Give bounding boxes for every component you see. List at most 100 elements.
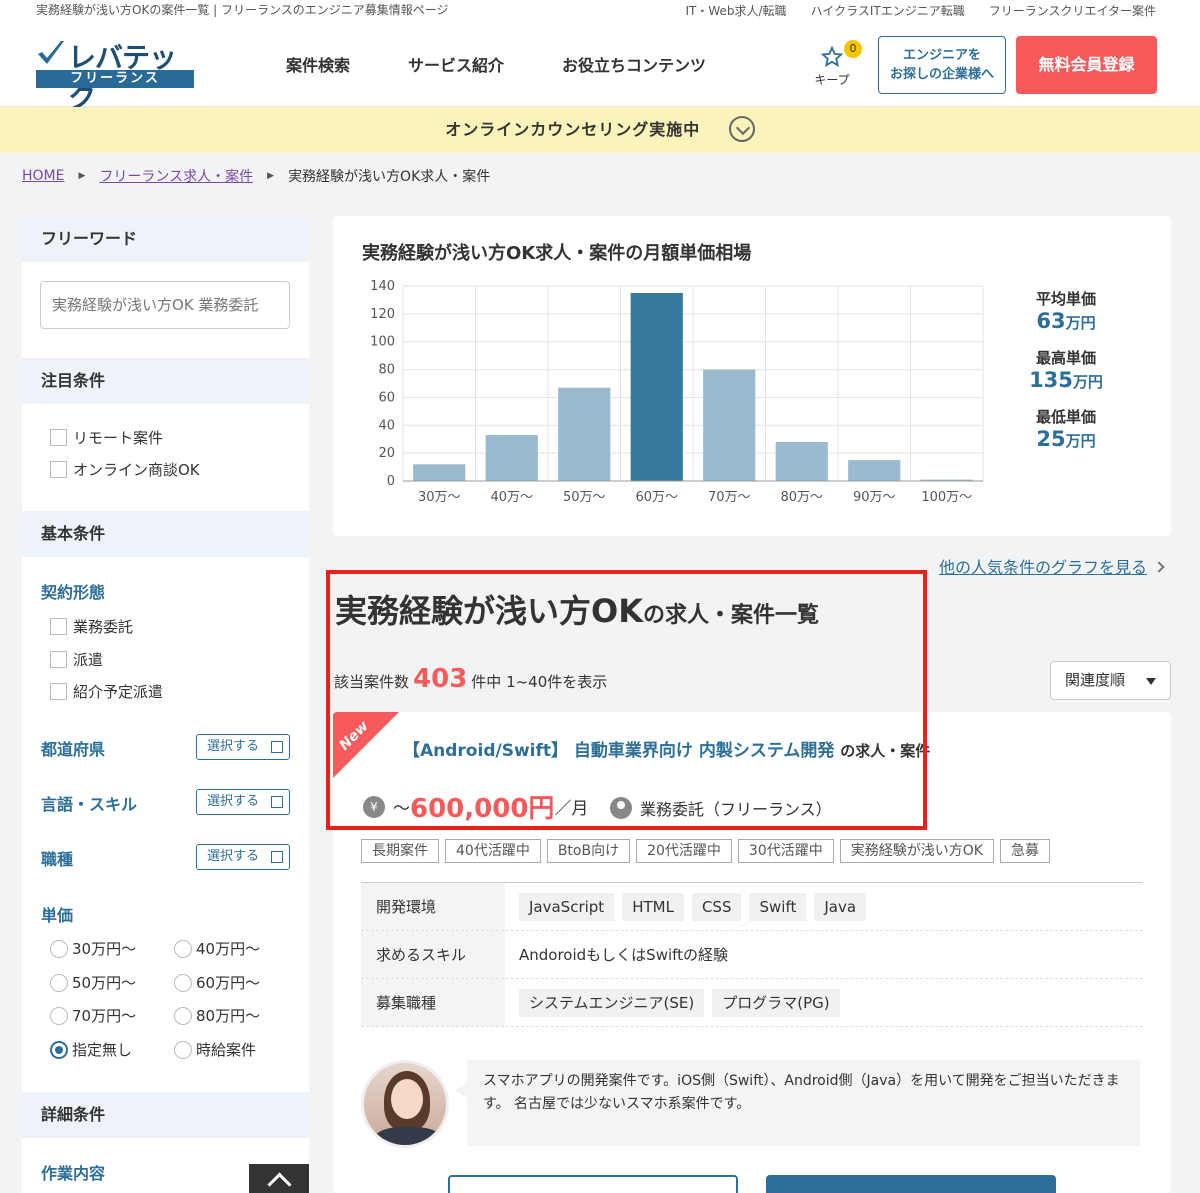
keep-job-button[interactable] — [448, 1175, 738, 1193]
listing-title-main: 実務経験が浅い方OK — [335, 592, 644, 630]
radio-price-50-label: 50万円〜 — [72, 974, 137, 992]
avg-price-value: 63万円 — [1036, 309, 1096, 333]
coordinator-avatar — [361, 1060, 449, 1148]
checkbox-box — [50, 618, 67, 635]
breadcrumb: HOME ▶ フリーランス求人・案件 ▶ 実務経験が浅い方OK求人・案件 — [22, 166, 490, 186]
checkbox-temp-to-perm-label: 紹介予定派遣 — [73, 683, 164, 701]
nav-contents[interactable]: お役立ちコンテンツ — [562, 52, 706, 76]
radio-price-80[interactable]: 80万円〜 — [174, 1005, 260, 1026]
radio-price-60[interactable]: 60万円〜 — [174, 972, 260, 993]
more-graphs-label: 他の人気条件のグラフを見る — [939, 558, 1148, 577]
env-chip: HTML — [622, 892, 684, 921]
skill-value: AndoroidもしくはSwiftの経験 — [519, 946, 729, 964]
site-header: レバテック フリーランス 案件検索 サービス紹介 お役立ちコンテンツ 0 キープ… — [0, 22, 1200, 114]
avatar-suit — [374, 1127, 442, 1145]
contract-text: 業務委託（フリーランス） — [640, 800, 832, 819]
breadcrumb-home[interactable]: HOME — [22, 168, 64, 184]
radio-price-70[interactable]: 70万円〜 — [50, 1005, 136, 1026]
top-link-highclass[interactable]: ハイクラスITエンジニア転職 — [811, 2, 965, 19]
select-button-label: 選択する — [207, 794, 260, 809]
job-title-suffix: の求人・案件 — [840, 742, 931, 760]
info-row-role: 募集職種 システムエンジニア(SE) プログラマ(PG) — [361, 979, 1143, 1027]
radio-price-40[interactable]: 40万円〜 — [174, 938, 260, 959]
radio-price-50[interactable]: 50万円〜 — [50, 972, 136, 993]
external-window-icon — [271, 741, 283, 753]
min-price-label: 最低単価 — [1035, 408, 1096, 426]
skill-select-button[interactable]: 選択する — [196, 789, 290, 815]
env-values: JavaScript HTML CSS Swift Java — [505, 883, 1143, 930]
page-heading-text: 実務経験が浅い方OKの案件一覧 | フリーランスのエンジニア募集情報ページ — [36, 3, 449, 17]
price-prefix: 〜 — [393, 799, 410, 819]
chevron-down-icon — [728, 115, 755, 142]
checkbox-contract-label: 業務委託 — [73, 618, 134, 636]
star-icon — [820, 45, 844, 68]
x-tick-label: 60万〜 — [635, 490, 678, 505]
job-card: New 【Android/Swift】 自動車業界向け 内製システム開発 の求人… — [333, 712, 1171, 1193]
listing-title: 実務経験が浅い方OKの求人・案件一覧 — [335, 586, 819, 632]
top-link-it-web[interactable]: IT・Web求人/転職 — [685, 2, 786, 19]
breadcrumb-separator-icon: ▶ — [267, 171, 275, 181]
chart-title: 実務経験が浅い方OK求人・案件の月額単価相場 — [362, 243, 752, 264]
radio-price-30-label: 30万円〜 — [72, 940, 137, 958]
max-price-value: 135万円 — [1029, 368, 1103, 392]
env-chip: CSS — [691, 892, 742, 921]
logo-sub: フリーランス — [36, 70, 194, 88]
radio-price-30[interactable]: 30万円〜 — [50, 938, 136, 959]
result-count: 該当案件数 403 件中 1~40件を表示 — [334, 664, 607, 694]
more-graphs-link[interactable]: 他の人気条件のグラフを見る — [939, 554, 1165, 578]
bar-2 — [558, 387, 611, 481]
role-chip: システムエンジニア(SE) — [519, 988, 705, 1017]
y-tick-label: 120 — [370, 307, 395, 322]
view-detail-button[interactable] — [766, 1175, 1056, 1193]
bar-1 — [485, 435, 538, 481]
checkbox-box — [50, 651, 67, 668]
x-tick-label: 80万〜 — [780, 490, 823, 505]
top-link-creator[interactable]: フリーランスクリエイター案件 — [989, 2, 1156, 19]
job-contract: 業務委託（フリーランス） — [610, 796, 832, 820]
scroll-to-top-button[interactable] — [249, 1164, 309, 1193]
freeword-input[interactable]: 実務経験が浅い方OK 業務委託 — [40, 281, 290, 329]
select-button-label: 選択する — [207, 849, 260, 864]
skill-label: 求めるスキル — [361, 931, 505, 978]
breadcrumb-freelance[interactable]: フリーランス求人・案件 — [99, 166, 253, 186]
site-logo[interactable]: レバテック フリーランス — [36, 36, 196, 114]
radio-circle — [174, 1006, 192, 1025]
radio-circle — [50, 939, 68, 958]
register-button[interactable]: 無料会員登録 — [1016, 36, 1157, 94]
external-window-icon — [271, 851, 283, 863]
focus-heading: 注目条件 — [22, 358, 309, 404]
contract-heading: 契約形態 — [41, 583, 106, 602]
checkbox-dispatch[interactable]: 派遣 — [50, 649, 103, 670]
radio-price-hourly-label: 時給案件 — [196, 1041, 257, 1059]
radio-price-none[interactable]: 指定無し — [50, 1039, 132, 1060]
y-tick-label: 0 — [387, 474, 395, 489]
nav-service[interactable]: サービス紹介 — [408, 52, 504, 76]
radio-price-hourly[interactable]: 時給案件 — [174, 1039, 256, 1060]
radio-circle — [174, 1040, 192, 1059]
job-type-select-button[interactable]: 選択する — [196, 844, 290, 870]
search-sidebar: フリーワード 実務経験が浅い方OK 業務委託 注目条件 リモート案件 オンライン… — [22, 216, 309, 1193]
person-icon — [610, 797, 632, 819]
for-companies-button[interactable]: エンジニアを お探しの企業様へ — [878, 36, 1006, 94]
sort-select[interactable]: 関連度順 — [1050, 661, 1171, 700]
price-unit: ／月 — [554, 799, 589, 819]
x-tick-label: 90万〜 — [853, 490, 896, 505]
job-title-link[interactable]: 【Android/Swift】 自動車業界向け 内製システム開発 の求人・案件 — [403, 736, 930, 761]
keep-button[interactable]: 0 キープ — [812, 40, 862, 88]
count-number: 403 — [413, 664, 468, 694]
bar-0 — [413, 464, 466, 481]
checkbox-remote[interactable]: リモート案件 — [50, 427, 163, 448]
keep-label: キープ — [814, 73, 850, 87]
nav-job-search[interactable]: 案件検索 — [286, 52, 350, 76]
keep-count-badge: 0 — [844, 40, 862, 58]
checkbox-contract[interactable]: 業務委託 — [50, 616, 133, 637]
checkbox-online[interactable]: オンライン商談OK — [50, 459, 200, 480]
env-chip: Java — [814, 892, 867, 921]
checkbox-temp-to-perm[interactable]: 紹介予定派遣 — [50, 681, 163, 702]
checkbox-box — [50, 683, 67, 700]
avatar-face — [391, 1079, 423, 1119]
job-tag: 急募 — [999, 839, 1050, 863]
env-chip: Swift — [749, 892, 807, 921]
counseling-banner[interactable]: オンラインカウンセリング実施中 — [0, 107, 1200, 153]
prefecture-select-button[interactable]: 選択する — [196, 734, 290, 760]
